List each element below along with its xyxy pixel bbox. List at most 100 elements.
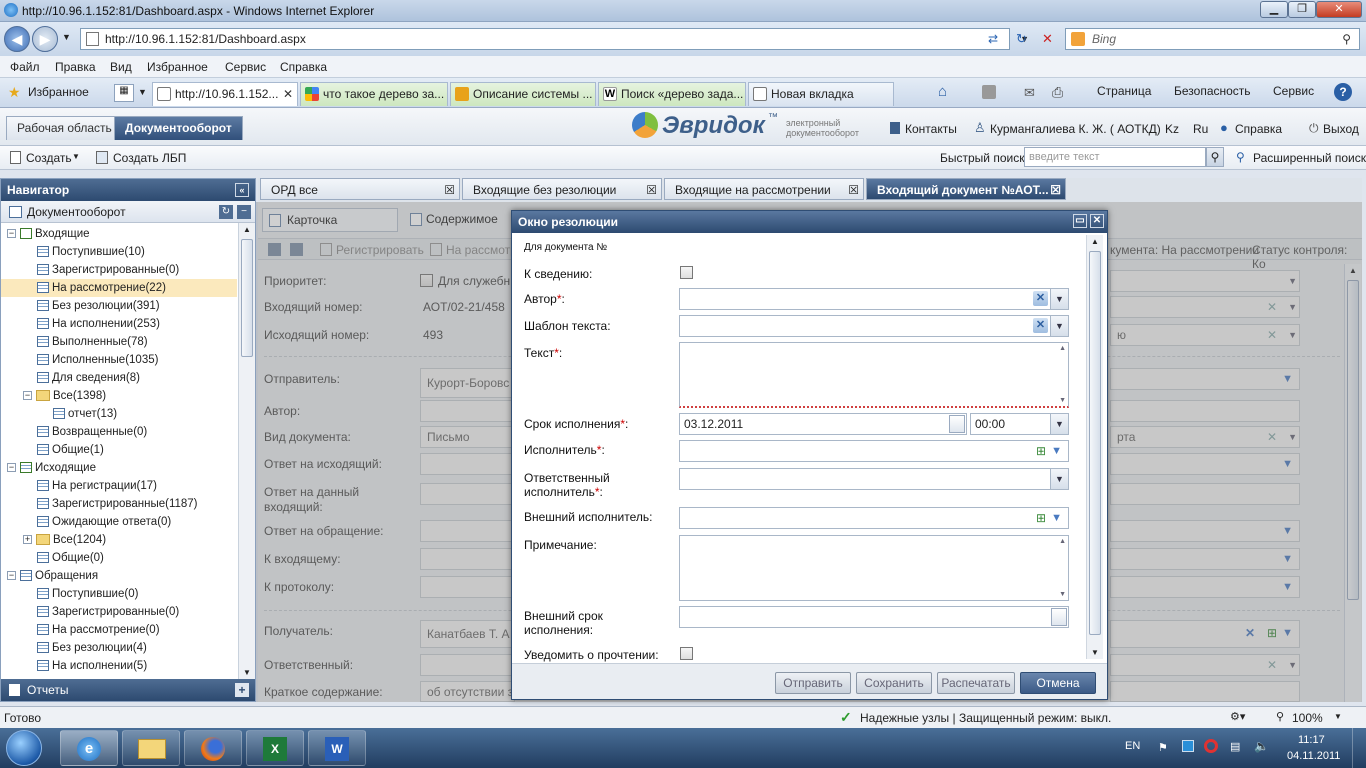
calendar-icon[interactable] [949,415,965,433]
collapse-icon[interactable]: − [23,391,32,401]
taskbar-excel[interactable]: X [246,730,304,766]
dropdown-icon[interactable]: ▼ [1051,441,1062,461]
tree-item[interactable]: Поступившие(0) [37,585,138,603]
doc-tab-incoming-review[interactable]: Входящие на рассмотрении ☒ [664,178,864,200]
tree-item-outgoing[interactable]: − Исходящие [7,459,96,477]
close-tab-icon[interactable]: ☒ [848,179,859,199]
for-info-checkbox[interactable] [680,266,693,279]
back-button[interactable]: ◀ [4,26,30,52]
network-tray-icon[interactable]: ▤ [1230,740,1240,753]
help-icon[interactable]: ? [1334,83,1352,101]
tab-list-dropdown-icon[interactable]: ▼ [138,87,147,97]
chevron-down-icon[interactable]: ▼ [1050,414,1068,434]
tree-item[interactable]: Выполненные(78) [37,333,148,351]
exit-link[interactable]: Выход [1323,122,1359,136]
dropdown-icon[interactable]: ▼ [1051,508,1062,528]
keyboard-language[interactable]: EN [1125,740,1140,752]
browser-tab-new[interactable]: Новая вкладка [748,82,894,106]
tree-item[interactable]: Возвращенные(0) [37,423,147,441]
tree-item[interactable]: Ожидающие ответа(0) [37,513,171,531]
textarea-scroll-down-icon[interactable]: ▼ [1059,591,1066,598]
note-textarea[interactable]: ▲ ▼ [679,535,1069,601]
maximize-dialog-icon[interactable]: ▭ [1073,214,1087,228]
scroll-up-icon[interactable]: ▲ [243,225,251,234]
tree-item[interactable]: Зарегистрированные(0) [37,261,179,279]
close-window-button[interactable]: ✕ [1316,1,1362,18]
tree-item-folder[interactable]: − Все(1398) [23,387,106,405]
tree-item[interactable]: Для сведения(8) [37,369,140,387]
collapse-icon[interactable]: − [7,571,16,581]
taskbar-explorer[interactable] [122,730,180,766]
opera-tray-icon[interactable] [1204,739,1218,753]
chevron-down-icon[interactable]: ▼ [1050,289,1068,309]
minimize-button[interactable]: ▁ [1260,1,1288,18]
zone-status[interactable]: Надежные узлы | Защищенный режим: выкл. [860,711,1111,725]
executor-input[interactable]: ⊞ ▼ [679,440,1069,462]
text-textarea[interactable]: ▲ ▼ [679,342,1069,408]
create-button[interactable]: Создать [26,151,72,165]
tree-item[interactable]: На исполнении(5) [37,657,147,675]
scroll-down-icon[interactable]: ▼ [243,668,251,677]
taskbar-word[interactable]: W [308,730,366,766]
hierarchy-icon[interactable]: ⊞ [1036,508,1046,528]
scroll-down-icon[interactable]: ▼ [1091,648,1099,657]
chevron-down-icon[interactable]: ▼ [1050,469,1068,489]
doc-tab-incoming-no-resolution[interactable]: Входящие без резолюции ☒ [462,178,662,200]
clear-icon[interactable]: ✕ [1033,318,1048,333]
collapse-icon[interactable]: − [7,229,16,239]
tree-item[interactable]: На регистрации(17) [37,477,157,495]
tree-item[interactable]: Без резолюции(391) [37,297,160,315]
forward-button[interactable]: ▶ [32,26,58,52]
chevron-down-icon[interactable]: ▼ [1050,316,1068,336]
browser-tab-google[interactable]: что такое дерево за... [300,82,448,106]
clear-icon[interactable]: ✕ [1033,291,1048,306]
collapse-icon[interactable]: − [7,463,16,473]
author-combobox[interactable]: ✕ ▼ [679,288,1069,310]
textarea-scroll-up-icon[interactable]: ▲ [1059,538,1066,545]
menu-file[interactable]: Файл [10,60,40,74]
deadline-time-input[interactable]: 00:00 ▼ [970,413,1069,435]
tree-item[interactable]: Без резолюции(4) [37,639,147,657]
tree-item-appeals[interactable]: − Обращения [7,567,98,585]
address-input[interactable]: http://10.96.1.152:81/Dashboard.aspx ▼ [80,28,1029,50]
close-tab-icon[interactable]: ☒ [1050,179,1061,199]
browser-tab-wikipedia[interactable]: W Поиск «дерево зада... [598,82,746,106]
quick-search-input[interactable]: введите текст [1024,147,1206,167]
zoom-icon[interactable]: ⚲ [1276,710,1284,723]
stop-icon[interactable]: ✕ [1042,31,1053,47]
print-icon[interactable]: ⎙ [1052,84,1063,101]
menu-edit[interactable]: Правка [55,60,96,74]
close-tab-icon[interactable]: ☒ [646,179,657,199]
refresh-icon[interactable]: ↻ [1016,31,1027,47]
menu-favorites[interactable]: Избранное [147,60,208,74]
lang-kz[interactable]: Kz [1165,122,1179,136]
browser-tab-system-description[interactable]: Описание системы ... [450,82,596,106]
tree-item[interactable]: Зарегистрированные(0) [37,603,179,621]
action-center-icon[interactable]: ⚑ [1158,741,1168,754]
feeds-icon[interactable] [982,85,996,99]
menu-help[interactable]: Справка [280,60,327,74]
tree-item[interactable]: На исполнении(253) [37,315,160,333]
close-dialog-icon[interactable]: ✕ [1090,214,1104,228]
close-tab-icon[interactable]: ☒ [444,179,455,199]
browser-tab-dashboard[interactable]: http://10.96.1.152... ✕ [152,82,298,106]
collapse-panel-icon[interactable]: « [235,183,249,197]
external-deadline-input[interactable] [679,606,1069,628]
tree-item[interactable]: Общие(1) [37,441,104,459]
scroll-up-icon[interactable]: ▲ [1091,237,1099,246]
tree-item[interactable]: Общие(0) [37,549,104,567]
compatibility-icon[interactable]: ⇄ [988,32,998,46]
minimize-section-icon[interactable]: − [237,205,251,219]
navigator-section[interactable]: Документооборот ↻ − [1,201,255,223]
safety-menu[interactable]: Безопасность [1174,84,1251,98]
taskbar-ie[interactable]: e [60,730,118,766]
menu-tools[interactable]: Сервис [225,60,266,74]
refresh-tree-icon[interactable]: ↻ [219,205,233,219]
tab-workspace[interactable]: Рабочая область [6,116,123,140]
search-input[interactable]: Bing ⚲ [1065,28,1360,50]
mail-icon[interactable]: ✉ [1024,85,1035,101]
textarea-scroll-down-icon[interactable]: ▼ [1059,397,1066,404]
template-combobox[interactable]: ✕ ▼ [679,315,1069,337]
tree-item[interactable]: Поступившие(10) [37,243,145,261]
textarea-scroll-up-icon[interactable]: ▲ [1059,345,1066,352]
